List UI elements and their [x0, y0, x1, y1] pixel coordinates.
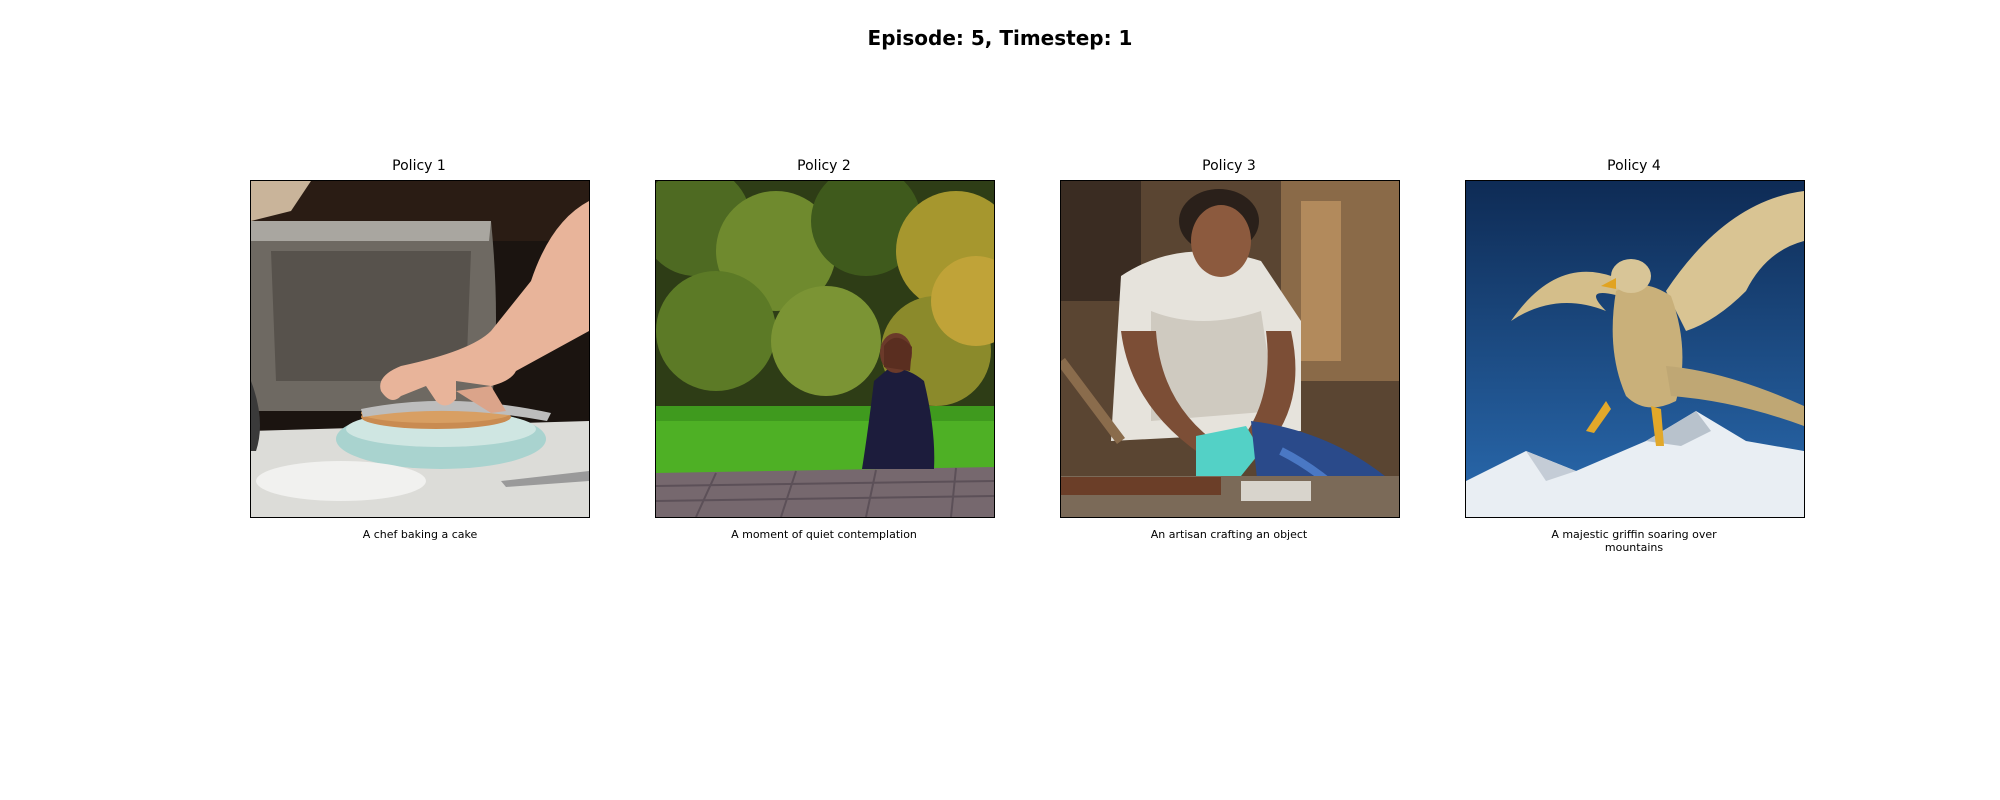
- chef-baking-cake-image: [251, 181, 589, 517]
- panel-title-policy-2: Policy 2: [797, 158, 851, 174]
- caption-policy-2: A moment of quiet contemplation: [731, 528, 917, 541]
- caption-policy-1: A chef baking a cake: [362, 528, 478, 541]
- artisan-working-image: [1061, 181, 1399, 517]
- panel-image-policy-1: [250, 180, 590, 518]
- woman-sitting-on-grass-image: [656, 181, 994, 517]
- panel-title-policy-3: Policy 3: [1202, 158, 1256, 174]
- caption-policy-3: An artisan crafting an object: [1150, 528, 1308, 541]
- griffin-over-mountains-image: [1466, 181, 1804, 517]
- panel-image-policy-3: [1060, 180, 1400, 518]
- panel-image-policy-2: [655, 180, 995, 518]
- figure-title: Episode: 5, Timestep: 1: [867, 26, 1133, 50]
- panel-image-policy-4: [1465, 180, 1805, 518]
- caption-policy-4: A majestic griffin soaring over mountain…: [1551, 528, 1717, 554]
- panel-title-policy-4: Policy 4: [1607, 158, 1661, 174]
- panel-title-policy-1: Policy 1: [392, 158, 446, 174]
